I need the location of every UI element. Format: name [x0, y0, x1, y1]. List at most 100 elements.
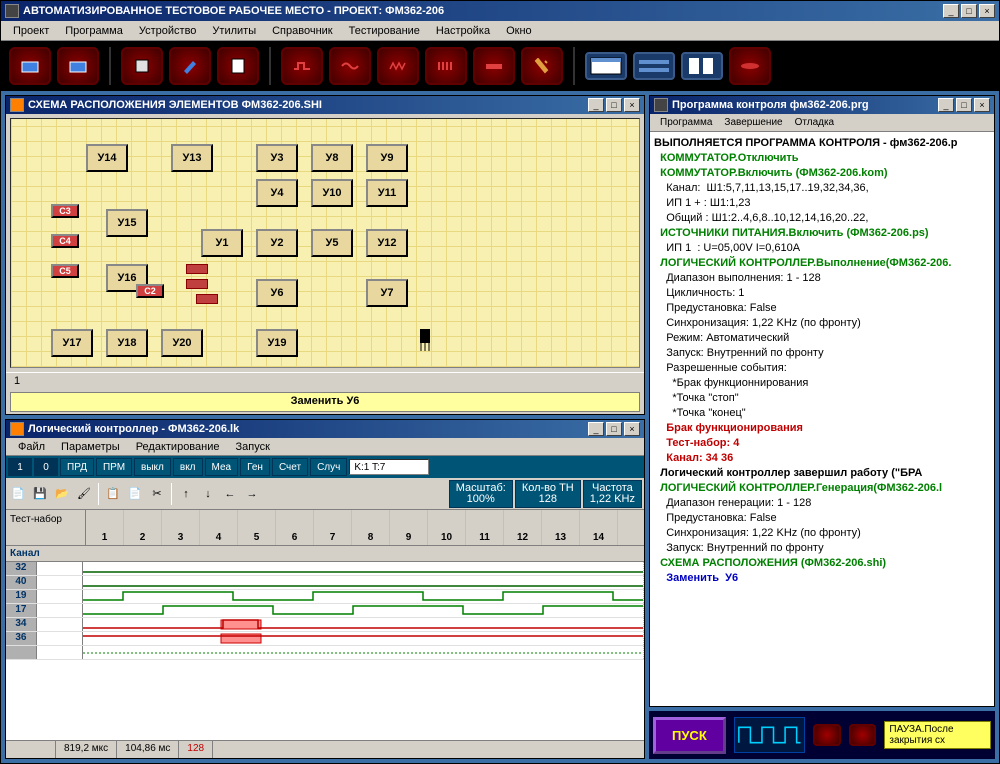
toolbutton-5[interactable]: [217, 47, 259, 85]
main-titlebar[interactable]: АВТОМАТИЗИРОВАННОЕ ТЕСТОВОЕ РАБОЧЕЕ МЕСТ…: [1, 1, 999, 21]
redchip-C4[interactable]: C4: [51, 234, 79, 248]
program-close-button[interactable]: ×: [974, 98, 990, 112]
program-maximize-button[interactable]: □: [956, 98, 972, 112]
program-minimize-button[interactable]: _: [938, 98, 954, 112]
brush-icon[interactable]: 🖌: [74, 484, 94, 504]
right-icon[interactable]: →: [242, 484, 262, 504]
menu-project[interactable]: Проект: [5, 23, 57, 39]
chip-У20[interactable]: У20: [161, 329, 203, 357]
menu-program[interactable]: Программа: [57, 23, 131, 39]
redchip-C3[interactable]: C3: [51, 204, 79, 218]
logic-minimize-button[interactable]: _: [588, 422, 604, 436]
chip-У6[interactable]: У6: [256, 279, 298, 307]
chip-У14[interactable]: У14: [86, 144, 128, 172]
schema-canvas[interactable]: У14У13У3У8У9У4У10У11У15У1У2У5У12У16У6У7У…: [10, 118, 640, 368]
toolbutton-3[interactable]: [121, 47, 163, 85]
toolbutton-1[interactable]: [9, 47, 51, 85]
open-icon[interactable]: 📂: [52, 484, 72, 504]
left-icon[interactable]: ←: [220, 484, 240, 504]
redchip-C5[interactable]: C5: [51, 264, 79, 278]
menu-window[interactable]: Окно: [498, 23, 540, 39]
logic-maximize-button[interactable]: □: [606, 422, 622, 436]
toolbutton-10[interactable]: [473, 47, 515, 85]
schema-titlebar[interactable]: СХЕМА РАСПОЛОЖЕНИЯ ЭЛЕМЕНТОВ ФМ362-206.S…: [6, 96, 644, 114]
copy-icon[interactable]: 📋: [103, 484, 123, 504]
wave-row-19[interactable]: 19: [6, 590, 644, 604]
prog-menu-program[interactable]: Программа: [654, 116, 718, 129]
logic-menu-file[interactable]: Файл: [10, 439, 53, 455]
kt-input[interactable]: [349, 459, 429, 475]
redchip-C2[interactable]: C2: [136, 284, 164, 298]
toolbutton-9[interactable]: [425, 47, 467, 85]
pusk-button[interactable]: ПУСК: [653, 717, 726, 754]
chip-У8[interactable]: У8: [311, 144, 353, 172]
logic-menu-edit[interactable]: Редактирование: [128, 439, 228, 455]
chip-У5[interactable]: У5: [311, 229, 353, 257]
schema-close-button[interactable]: ×: [624, 98, 640, 112]
toolbutton-8[interactable]: [377, 47, 419, 85]
chip-У7[interactable]: У7: [366, 279, 408, 307]
logic-close-button[interactable]: ×: [624, 422, 640, 436]
chip-У17[interactable]: У17: [51, 329, 93, 357]
wave-row-32[interactable]: 32: [6, 562, 644, 576]
logic-menu-run[interactable]: Запуск: [227, 439, 277, 455]
prog-menu-debug[interactable]: Отладка: [789, 116, 841, 129]
btn-0[interactable]: 0: [34, 458, 58, 476]
chip-У9[interactable]: У9: [366, 144, 408, 172]
chip-У10[interactable]: У10: [311, 179, 353, 207]
toolbutton-2[interactable]: [57, 47, 99, 85]
menu-device[interactable]: Устройство: [131, 23, 205, 39]
btn-vykl[interactable]: выкл: [134, 458, 171, 476]
chip-У15[interactable]: У15: [106, 209, 148, 237]
chip-У1[interactable]: У1: [201, 229, 243, 257]
maximize-button[interactable]: □: [961, 4, 977, 18]
schema-maximize-button[interactable]: □: [606, 98, 622, 112]
logic-menu-params[interactable]: Параметры: [53, 439, 128, 455]
save-icon[interactable]: 💾: [30, 484, 50, 504]
btn-sluch[interactable]: Случ: [310, 458, 347, 476]
chip-У13[interactable]: У13: [171, 144, 213, 172]
btn-prm[interactable]: ПРМ: [96, 458, 132, 476]
toolbutton-11[interactable]: [521, 47, 563, 85]
chip-У11[interactable]: У11: [366, 179, 408, 207]
chip-У18[interactable]: У18: [106, 329, 148, 357]
wave-row-17[interactable]: 17: [6, 604, 644, 618]
program-console[interactable]: ВЫПОЛНЯЕТСЯ ПРОГРАММА КОНТРОЛЯ - фм362-2…: [650, 132, 994, 706]
btn-1[interactable]: 1: [8, 458, 32, 476]
bluebutton-1[interactable]: [585, 52, 627, 80]
bluebutton-3[interactable]: [681, 52, 723, 80]
chip-У4[interactable]: У4: [256, 179, 298, 207]
close-button[interactable]: ×: [979, 4, 995, 18]
logic-grid[interactable]: Тест-набор 1234567891011121314 Канал 324…: [6, 510, 644, 740]
wave-row-40[interactable]: 40: [6, 576, 644, 590]
toolbutton-6[interactable]: [281, 47, 323, 85]
prog-menu-finish[interactable]: Завершение: [718, 116, 788, 129]
bluebutton-2[interactable]: [633, 52, 675, 80]
btn-gen[interactable]: Ген: [240, 458, 270, 476]
chip-У2[interactable]: У2: [256, 229, 298, 257]
paste-icon[interactable]: 📄: [125, 484, 145, 504]
btn-mea[interactable]: Меа: [205, 458, 239, 476]
chip-У19[interactable]: У19: [256, 329, 298, 357]
schema-minimize-button[interactable]: _: [588, 98, 604, 112]
menu-utilities[interactable]: Утилиты: [204, 23, 264, 39]
toolbutton-4[interactable]: [169, 47, 211, 85]
new-icon[interactable]: 📄: [8, 484, 28, 504]
toolbutton-last[interactable]: [729, 47, 771, 85]
red-button-1[interactable]: [813, 724, 841, 746]
wave-row-34[interactable]: 34: [6, 618, 644, 632]
down-icon[interactable]: ↓: [198, 484, 218, 504]
cut-icon[interactable]: ✂: [147, 484, 167, 504]
red-button-2[interactable]: [849, 724, 877, 746]
btn-prd[interactable]: ПРД: [60, 458, 94, 476]
toolbutton-7[interactable]: [329, 47, 371, 85]
btn-schet[interactable]: Счет: [272, 458, 308, 476]
wave-row-36[interactable]: 36: [6, 632, 644, 646]
menu-settings[interactable]: Настройка: [428, 23, 498, 39]
logic-titlebar[interactable]: Логический контроллер - ФМ362-206.lk _ □…: [6, 420, 644, 438]
program-titlebar[interactable]: Программа контроля фм362-206.prg _ □ ×: [650, 96, 994, 114]
minimize-button[interactable]: _: [943, 4, 959, 18]
btn-vkl[interactable]: вкл: [173, 458, 203, 476]
menu-reference[interactable]: Справочник: [264, 23, 341, 39]
chip-У3[interactable]: У3: [256, 144, 298, 172]
